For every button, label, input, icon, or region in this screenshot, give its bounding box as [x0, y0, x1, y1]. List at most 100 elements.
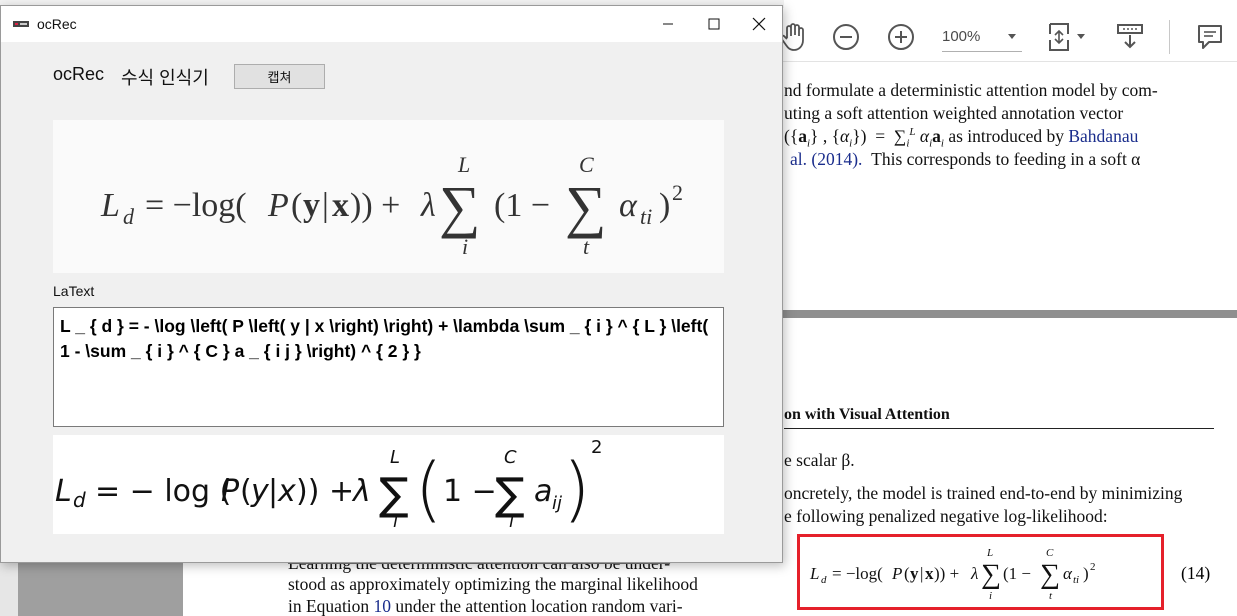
chevron-down-icon	[1008, 34, 1016, 39]
svg-text:= −log(: = −log(	[145, 187, 247, 224]
app-subtitle-label: 수식 인식기	[121, 68, 209, 88]
svg-text:i: i	[989, 590, 992, 602]
svg-text:P: P	[221, 474, 240, 509]
svg-text:(: (	[291, 187, 302, 224]
paragraph-text: as introduced by	[948, 126, 1064, 146]
svg-text:λ: λ	[970, 564, 978, 583]
toolbar-divider	[1169, 20, 1170, 54]
svg-text:C: C	[504, 447, 517, 468]
svg-text:(1 −: (1 −	[494, 187, 550, 224]
capture-button[interactable]: 캡쳐	[234, 64, 325, 89]
svg-text:L: L	[809, 564, 819, 583]
svg-text:λ: λ	[420, 187, 436, 224]
svg-text:|: |	[322, 187, 329, 224]
title-bar[interactable]: ocRec	[1, 6, 782, 42]
svg-text:)) +: )) +	[934, 564, 959, 583]
paragraph-text: This corresponds to feeding in a soft α	[871, 149, 1141, 169]
svg-text:x: x	[277, 474, 296, 509]
svg-text:2: 2	[591, 437, 602, 458]
paragraph-line: in Equation 10 under the attention locat…	[288, 596, 683, 616]
svg-text:λ: λ	[351, 474, 371, 509]
svg-text:= − log (: = − log (	[95, 474, 231, 509]
svg-text:x: x	[332, 187, 349, 224]
svg-text:i: i	[393, 511, 398, 532]
svg-text:|: |	[920, 564, 923, 583]
svg-text:)) +: )) +	[350, 187, 400, 224]
svg-text:α: α	[619, 187, 638, 224]
paragraph-line: stood as approximately optimizing the ma…	[288, 574, 698, 594]
svg-text:): )	[563, 448, 590, 530]
window-title: ocRec	[37, 16, 77, 32]
svg-text:i: i	[509, 511, 514, 532]
svg-text:ti: ti	[1073, 574, 1079, 586]
paragraph-line: uting a soft attention weighted annotati…	[784, 103, 1124, 123]
equation-link[interactable]: 10	[374, 596, 392, 616]
paragraph-text: under the attention location random vari…	[395, 596, 683, 616]
equation-number: (14)	[1181, 563, 1211, 583]
paragraph-line: oncretely, the model is trained end-to-e…	[784, 483, 1183, 503]
svg-text:(1 −: (1 −	[1003, 564, 1031, 583]
selection-highlight-box: L d = −log( P ( y | x )) + λ ∑ L i (1 − …	[797, 534, 1164, 610]
zoom-value: 100%	[942, 28, 981, 45]
zoom-out-icon[interactable]	[829, 20, 863, 54]
svg-text:L: L	[100, 187, 120, 224]
app-icon	[13, 21, 29, 27]
svg-text:): )	[1083, 564, 1089, 583]
svg-text:t: t	[583, 234, 590, 259]
close-button[interactable]	[736, 6, 782, 42]
latex-output-textbox[interactable]: L _ { d } = - \log \left( P \left( y | x…	[53, 307, 724, 427]
scroll-mode-icon[interactable]	[1113, 20, 1147, 54]
svg-text:d: d	[123, 204, 135, 229]
svg-text:y: y	[303, 187, 320, 224]
app-name-label: ocRec	[53, 64, 105, 84]
citation-link[interactable]: Bahdanau	[1068, 126, 1138, 146]
svg-text:2: 2	[1090, 561, 1096, 573]
comment-icon[interactable]	[1193, 20, 1227, 54]
svg-text:a: a	[534, 474, 552, 509]
svg-text:t: t	[1049, 590, 1053, 602]
svg-text:P: P	[891, 564, 902, 583]
paragraph-line: nd formulate a deterministic attention m…	[784, 80, 1158, 100]
ocrec-window: ocRec ocRec 수식 인식기 캡쳐 L d = −log( P ( y …	[0, 5, 783, 563]
minimize-button[interactable]	[645, 6, 691, 42]
svg-text:)) +: )) +	[296, 474, 354, 509]
svg-text:∑: ∑	[1040, 559, 1060, 590]
svg-text:(: (	[415, 448, 442, 530]
svg-text:1 −: 1 −	[443, 474, 497, 509]
svg-text:(: (	[240, 474, 252, 509]
svg-text:L: L	[457, 152, 470, 177]
zoom-in-icon[interactable]	[884, 20, 918, 54]
maximize-button[interactable]	[691, 6, 737, 42]
latex-label: LaText	[53, 283, 95, 299]
svg-text:): )	[659, 187, 670, 224]
svg-text:d: d	[73, 488, 86, 512]
svg-text:d: d	[821, 574, 827, 586]
svg-text:y: y	[910, 564, 919, 583]
svg-text:L: L	[986, 547, 993, 559]
svg-text:L: L	[55, 474, 72, 509]
svg-text:x: x	[925, 564, 934, 583]
svg-text:∑: ∑	[565, 174, 606, 239]
svg-text:i: i	[462, 234, 468, 259]
page-fit-icon[interactable]	[1042, 20, 1090, 54]
citation-link[interactable]: al. (2014).	[790, 149, 862, 169]
paragraph-text: in Equation	[288, 596, 370, 616]
svg-text:2: 2	[672, 180, 683, 205]
svg-text:L: L	[390, 447, 400, 468]
svg-text:ij: ij	[552, 493, 562, 514]
paragraph-line: al. (2014). This corresponds to feeding …	[790, 149, 1140, 170]
svg-text:ti: ti	[640, 204, 652, 229]
svg-text:C: C	[579, 152, 594, 177]
background-panel	[18, 560, 183, 616]
paragraph-line: e scalar β.	[784, 450, 855, 470]
svg-text:= −log(: = −log(	[832, 564, 883, 583]
section-heading: on with Visual Attention	[784, 406, 950, 423]
rendered-formula-image: L d = − log ( P ( y | x )) + λ ∑ L i ( 1…	[53, 435, 724, 534]
zoom-select[interactable]: 100%	[942, 22, 1022, 52]
svg-text:|: |	[268, 474, 278, 509]
close-icon	[752, 17, 766, 31]
paragraph-line-math: ({ai} , {αi}) = ∑iL αiai as introduced b…	[784, 126, 1139, 150]
minimize-icon	[663, 23, 673, 25]
svg-text:α: α	[1063, 564, 1073, 583]
svg-text:P: P	[267, 187, 289, 224]
